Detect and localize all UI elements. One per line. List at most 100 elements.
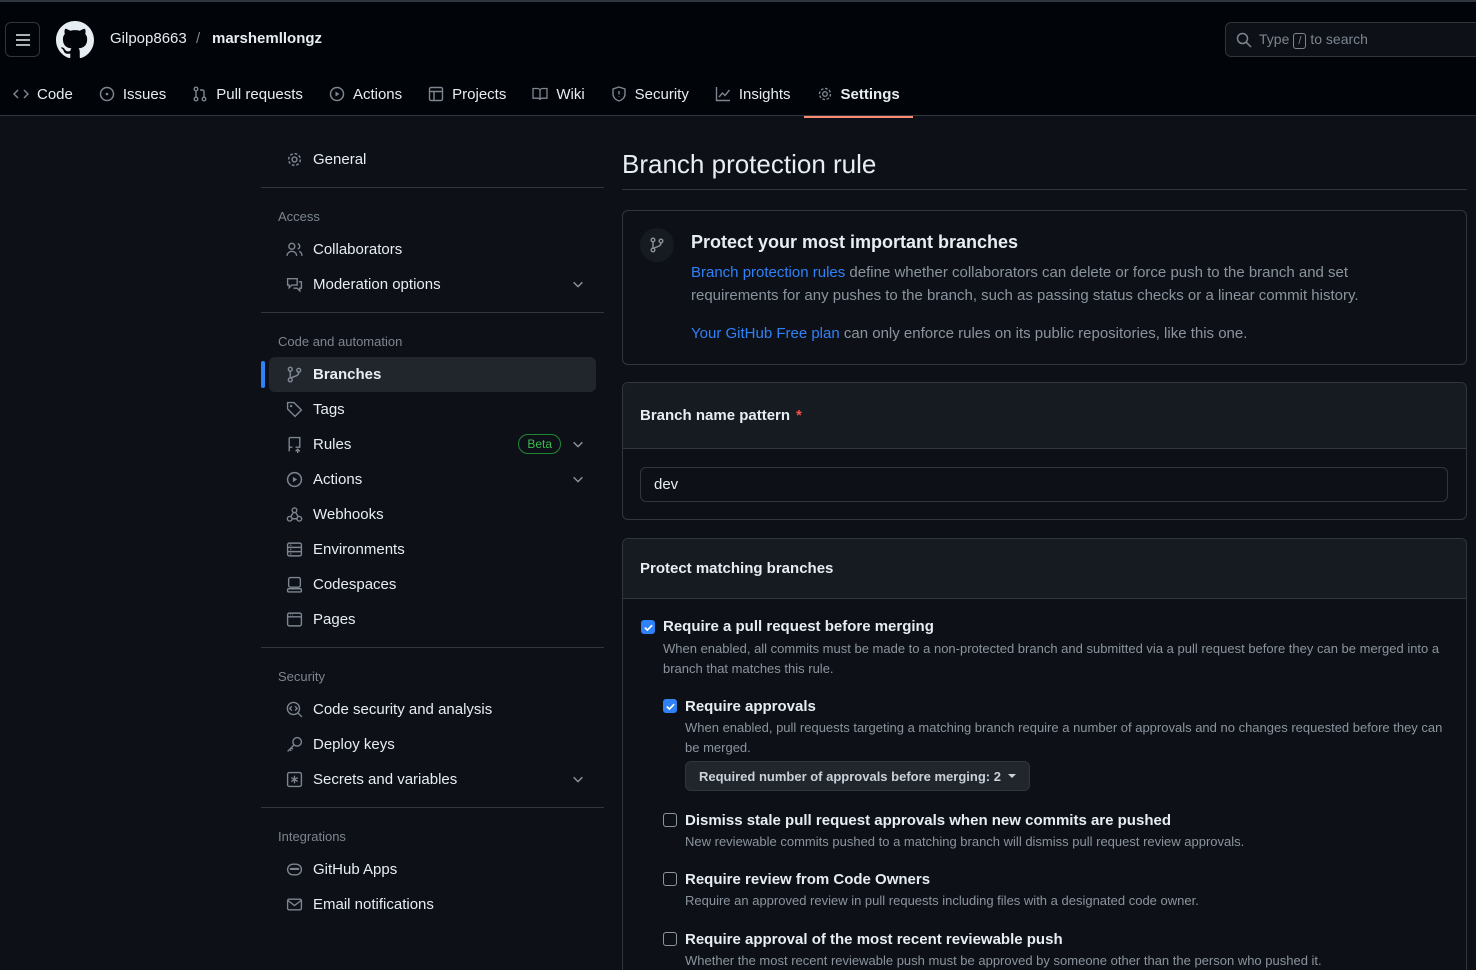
- sidebar-item-rules[interactable]: Rules Beta: [269, 427, 596, 462]
- gear-icon: [287, 152, 302, 167]
- require-approvals-label[interactable]: Require approvals: [685, 698, 816, 715]
- dismiss-stale-label[interactable]: Dismiss stale pull request approvals whe…: [685, 812, 1171, 829]
- tab-code[interactable]: Code: [0, 72, 86, 116]
- plan-notice: Your GitHub Free plan can only enforce r…: [691, 325, 1247, 342]
- sidebar-item-moderation[interactable]: Moderation options: [269, 267, 596, 302]
- code-owners-description: Require an approved review in pull reque…: [685, 893, 1199, 908]
- browser-icon: [286, 612, 303, 627]
- info-title: Protect your most important branches: [691, 232, 1019, 252]
- sidebar-item-tags[interactable]: Tags: [269, 392, 596, 427]
- sidebar-item-github-apps[interactable]: GitHub Apps: [269, 852, 596, 887]
- sidebar-item-environments[interactable]: Environments: [269, 532, 596, 567]
- recent-push-label[interactable]: Require approval of the most recent revi…: [685, 931, 1063, 948]
- sidebar-item-actions[interactable]: Actions: [269, 462, 596, 497]
- tab-label: Code: [37, 85, 73, 103]
- hubot-icon: [286, 863, 303, 876]
- sidebar-item-label: Email notifications: [313, 896, 434, 913]
- tab-label: Settings: [840, 85, 900, 103]
- sidebar-item-general[interactable]: General: [269, 142, 596, 177]
- require-approvals-description: When enabled, pull requests targeting a …: [685, 720, 1443, 755]
- require-pr-checkbox[interactable]: [641, 620, 655, 634]
- code-owners-label[interactable]: Require review from Code Owners: [685, 871, 930, 888]
- play-icon: [329, 86, 345, 102]
- sidebar-item-label: Environments: [313, 541, 405, 558]
- breadcrumb-separator: /: [196, 30, 201, 47]
- branch-icon-circle: [640, 228, 674, 262]
- page-title: Branch protection rule: [622, 142, 1467, 190]
- mail-icon: [286, 898, 303, 911]
- sidebar-heading-security: Security: [278, 668, 325, 684]
- tab-wiki[interactable]: Wiki: [519, 72, 597, 116]
- sidebar-heading-access: Access: [278, 208, 320, 224]
- code-owners-checkbox[interactable]: [663, 872, 677, 886]
- sidebar-item-deploy-keys[interactable]: Deploy keys: [269, 727, 596, 762]
- tab-projects[interactable]: Projects: [415, 72, 519, 116]
- search-shortcut-key: /: [1293, 32, 1307, 49]
- sidebar-heading-integrations: Integrations: [278, 828, 346, 844]
- key-icon: [287, 736, 303, 752]
- beta-badge: Beta: [518, 434, 561, 454]
- recent-push-description: Whether the most recent reviewable push …: [685, 953, 1322, 968]
- sidebar-item-email-notifications[interactable]: Email notifications: [269, 887, 596, 922]
- sidebar-item-label: Code security and analysis: [313, 701, 493, 718]
- branch-icon: [650, 237, 664, 253]
- recent-push-checkbox[interactable]: [663, 932, 677, 946]
- sidebar-item-label: GitHub Apps: [313, 861, 398, 878]
- tab-label: Security: [634, 85, 689, 103]
- breadcrumb-repo[interactable]: marshemllongz: [212, 30, 322, 47]
- menu-button[interactable]: [5, 22, 40, 57]
- sidebar-divider: [261, 312, 604, 313]
- branch-protection-rules-link[interactable]: Branch protection rules: [691, 264, 845, 281]
- dismiss-stale-checkbox[interactable]: [663, 813, 677, 827]
- require-pr-label[interactable]: Require a pull request before merging: [663, 618, 934, 635]
- sidebar-item-label: Tags: [313, 401, 345, 418]
- sidebar-item-pages[interactable]: Pages: [269, 602, 596, 637]
- tab-label: Actions: [352, 85, 403, 103]
- sidebar-item-label: Codespaces: [313, 576, 397, 593]
- plan-notice-text: can only enforce rules on its public rep…: [839, 325, 1248, 342]
- sidebar-item-secrets[interactable]: Secrets and variables: [269, 762, 596, 797]
- asterisk-box-icon: [286, 771, 303, 788]
- breadcrumb-owner[interactable]: Gilpop8663: [110, 30, 187, 47]
- sidebar-divider: [261, 187, 604, 188]
- sidebar-item-label: General: [313, 151, 367, 168]
- sidebar-item-label: Moderation options: [313, 276, 441, 293]
- search-input[interactable]: Type / to search: [1225, 22, 1476, 57]
- sidebar-item-branches[interactable]: Branches: [261, 357, 596, 392]
- main-content: Branch protection rule Protect your most…: [622, 142, 1467, 970]
- github-logo-icon[interactable]: [56, 21, 94, 59]
- gear-icon: [818, 87, 831, 101]
- require-approvals-checkbox[interactable]: [663, 699, 677, 713]
- sidebar-item-label: Pages: [313, 611, 356, 628]
- tab-settings[interactable]: Settings: [803, 72, 913, 118]
- webhook-icon: [286, 507, 303, 522]
- tab-label: Projects: [452, 85, 507, 103]
- sidebar-divider: [261, 647, 604, 648]
- approvals-count-dropdown[interactable]: Required number of approvals before merg…: [685, 761, 1030, 791]
- tab-pull-requests[interactable]: Pull requests: [179, 72, 316, 116]
- shield-icon: [611, 86, 626, 102]
- repo-tabs: Code Issues Pull requests Actions Projec…: [0, 72, 913, 118]
- sidebar-divider: [261, 807, 604, 808]
- tab-security[interactable]: Security: [598, 72, 702, 116]
- tab-actions[interactable]: Actions: [316, 72, 415, 116]
- sidebar-item-code-security[interactable]: Code security and analysis: [269, 692, 596, 727]
- people-icon: [286, 242, 303, 256]
- hamburger-icon: [15, 33, 30, 46]
- dismiss-stale-description: New reviewable commits pushed to a match…: [685, 834, 1245, 849]
- search-placeholder-prefix: Type: [1259, 30, 1290, 47]
- tab-issues[interactable]: Issues: [86, 72, 179, 116]
- sidebar-item-collaborators[interactable]: Collaborators: [269, 232, 596, 267]
- branch-pattern-input[interactable]: dev: [640, 467, 1448, 502]
- graph-icon: [715, 87, 730, 102]
- info-box: Protect your most important branches Bra…: [622, 210, 1467, 365]
- tab-label: Issues: [122, 85, 167, 103]
- issue-icon: [99, 86, 115, 102]
- free-plan-link[interactable]: Your GitHub Free plan: [691, 325, 840, 342]
- sidebar-item-webhooks[interactable]: Webhooks: [269, 497, 596, 532]
- sidebar-item-codespaces[interactable]: Codespaces: [269, 567, 596, 602]
- sidebar-item-label: Deploy keys: [313, 736, 395, 753]
- info-description: Branch protection rules define whether c…: [691, 261, 1401, 307]
- sidebar-heading-code-automation: Code and automation: [278, 333, 403, 349]
- tab-insights[interactable]: Insights: [702, 72, 804, 116]
